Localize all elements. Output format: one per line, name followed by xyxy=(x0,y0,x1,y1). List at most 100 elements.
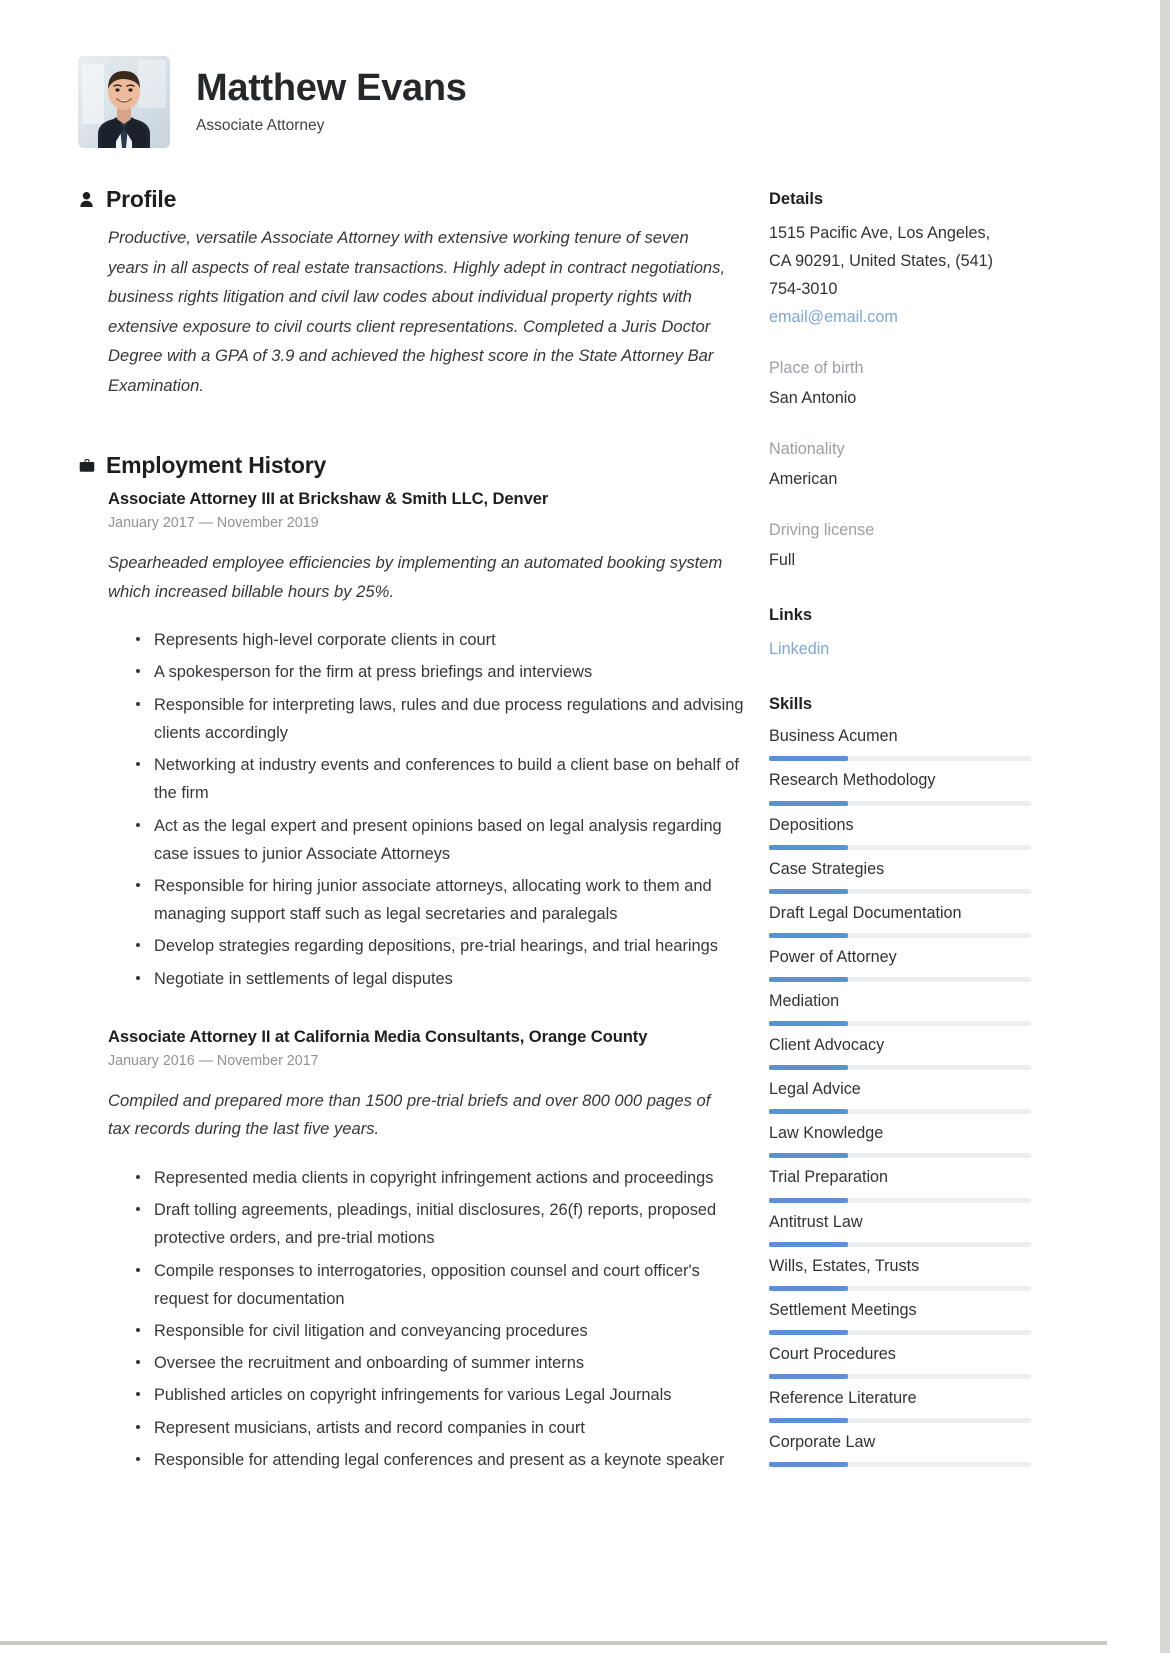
links-section-title: Links xyxy=(769,606,813,625)
skill-level-fill xyxy=(769,800,848,806)
profile-section-header: Profile xyxy=(78,186,728,213)
skill-item: Depositions xyxy=(769,813,1033,850)
job-bullet: Represents high-level corporate clients … xyxy=(134,626,754,654)
employment-section-header: Employment History xyxy=(78,452,728,479)
job-bullet-list: Represented media clients in copyright i… xyxy=(108,1164,728,1474)
detail-field: Nationality American xyxy=(769,436,1033,493)
skill-level-track xyxy=(769,1109,1031,1115)
skill-item: Mediation xyxy=(769,989,1033,1027)
job-summary: Compiled and prepared more than 1500 pre… xyxy=(108,1090,711,1139)
job-bullet: Negotiate in settlements of legal disput… xyxy=(134,965,754,993)
detail-value: San Antonio xyxy=(769,388,857,407)
job-entry: Associate Attorney II at California Medi… xyxy=(108,1027,728,1474)
job-bullet: Responsible for attending legal conferen… xyxy=(134,1446,754,1474)
profile-section: Profile Productive, versatile Associate … xyxy=(78,186,728,400)
address-line: CA 90291, United States, (541) xyxy=(769,252,994,271)
skill-label: Antitrust Law xyxy=(769,1212,863,1231)
job-bullet: Represent musicians, artists and record … xyxy=(134,1414,754,1442)
skill-level-track xyxy=(769,1373,1031,1379)
skill-label: Power of Attorney xyxy=(769,947,897,966)
skill-level-fill xyxy=(769,1065,848,1071)
detail-label: Driving license xyxy=(769,521,875,540)
person-icon xyxy=(78,190,95,209)
page-title: Matthew Evans xyxy=(196,67,467,110)
job-title-subtitle: Associate Attorney xyxy=(196,116,325,134)
skill-level-fill xyxy=(769,888,848,894)
linkedin-link[interactable]: Linkedin xyxy=(769,635,1033,663)
job-title: Associate Attorney III at Brickshaw & Sm… xyxy=(108,489,549,509)
skill-label: Mediation xyxy=(769,992,840,1010)
skill-level-track xyxy=(769,1197,1031,1203)
skill-item: Antitrust Law xyxy=(769,1210,1033,1247)
skill-level-track xyxy=(769,1065,1031,1071)
job-bullet: Compile responses to interrogatories, op… xyxy=(134,1257,754,1313)
main-content-column: Profile Productive, versatile Associate … xyxy=(78,186,744,1478)
skill-level-fill xyxy=(769,844,848,850)
name-block: Matthew Evans Associate Attorney xyxy=(196,67,467,135)
skill-label: Trial Preparation xyxy=(769,1168,889,1187)
detail-value: American xyxy=(769,469,838,488)
skill-level-track xyxy=(769,756,1031,762)
job-dates: January 2017 — November 2019 xyxy=(108,515,319,532)
job-bullet: Represented media clients in copyright i… xyxy=(134,1164,754,1192)
skill-level-fill xyxy=(769,1418,848,1424)
skill-level-track xyxy=(769,800,1031,806)
briefcase-icon xyxy=(78,456,95,475)
detail-field: Driving license Full xyxy=(769,517,1033,574)
skill-item: Case Strategies xyxy=(769,857,1033,894)
job-entry: Associate Attorney III at Brickshaw & Sm… xyxy=(108,489,744,993)
skill-item: Court Procedures xyxy=(769,1342,1033,1379)
skill-item: Client Advocacy xyxy=(769,1033,1033,1071)
skill-level-fill xyxy=(769,1285,848,1291)
job-bullet: A spokesperson for the firm at press bri… xyxy=(134,658,754,686)
skill-level-fill xyxy=(769,1109,848,1115)
skill-item: Power of Attorney xyxy=(769,945,1033,982)
job-bullet: Act as the legal expert and present opin… xyxy=(134,812,754,868)
address-line: 754-3010 xyxy=(769,280,838,299)
skill-level-track xyxy=(769,1021,1031,1027)
employment-section-title: Employment History xyxy=(106,452,327,479)
skill-level-fill xyxy=(769,1329,848,1335)
skill-label: Legal Advice xyxy=(769,1080,861,1099)
job-bullet: Responsible for hiring junior associate … xyxy=(134,872,754,928)
details-section: Details 1515 Pacific Ave, Los Angeles, C… xyxy=(769,190,1033,574)
skill-item: Law Knowledge xyxy=(769,1121,1033,1159)
skill-item: Settlement Meetings xyxy=(769,1298,1033,1335)
skill-label: Corporate Law xyxy=(769,1433,876,1452)
skill-label: Law Knowledge xyxy=(769,1124,884,1143)
resume-sheet: Matthew Evans Associate Attorney Profile xyxy=(0,0,1107,1645)
skill-label: Case Strategies xyxy=(769,859,885,878)
email-link[interactable]: email@email.com xyxy=(769,303,1033,331)
profile-text: Productive, versatile Associate Attorney… xyxy=(108,228,726,395)
skill-level-track xyxy=(769,932,1031,938)
skill-level-track xyxy=(769,977,1031,982)
skill-level-track xyxy=(769,1329,1031,1335)
skill-label: Research Methodology xyxy=(769,771,936,790)
detail-value: Full xyxy=(769,550,796,569)
skill-level-fill xyxy=(769,1241,848,1247)
skill-level-track xyxy=(769,844,1031,850)
skill-level-fill xyxy=(769,932,848,938)
skill-level-track xyxy=(769,1241,1031,1247)
skill-label: Draft Legal Documentation xyxy=(769,903,962,922)
skill-label: Reference Literature xyxy=(769,1388,917,1407)
sidebar-column: Details 1515 Pacific Ave, Los Angeles, C… xyxy=(769,190,1033,1474)
details-section-title: Details xyxy=(769,190,824,208)
job-bullet: Draft tolling agreements, pleadings, ini… xyxy=(134,1196,754,1252)
job-dates: January 2016 — November 2017 xyxy=(108,1052,319,1069)
skill-item: Business Acumen xyxy=(769,724,1033,762)
profile-photo xyxy=(78,56,170,148)
detail-label: Place of birth xyxy=(769,359,864,378)
job-bullet: Published articles on copyright infringe… xyxy=(134,1381,754,1409)
skill-level-fill xyxy=(769,1197,848,1203)
skill-item: Draft Legal Documentation xyxy=(769,901,1033,938)
job-title: Associate Attorney II at California Medi… xyxy=(108,1026,648,1046)
skill-label: Client Advocacy xyxy=(769,1036,885,1055)
skill-level-fill xyxy=(769,1021,848,1027)
skill-item: Reference Literature xyxy=(769,1386,1033,1424)
skill-level-track xyxy=(769,1462,1031,1468)
skills-section: Skills Business Acumen Research Methodolo… xyxy=(769,695,1033,1468)
skill-level-fill xyxy=(769,977,848,982)
skill-item: Trial Preparation xyxy=(769,1165,1033,1203)
skill-item: Corporate Law xyxy=(769,1430,1033,1468)
